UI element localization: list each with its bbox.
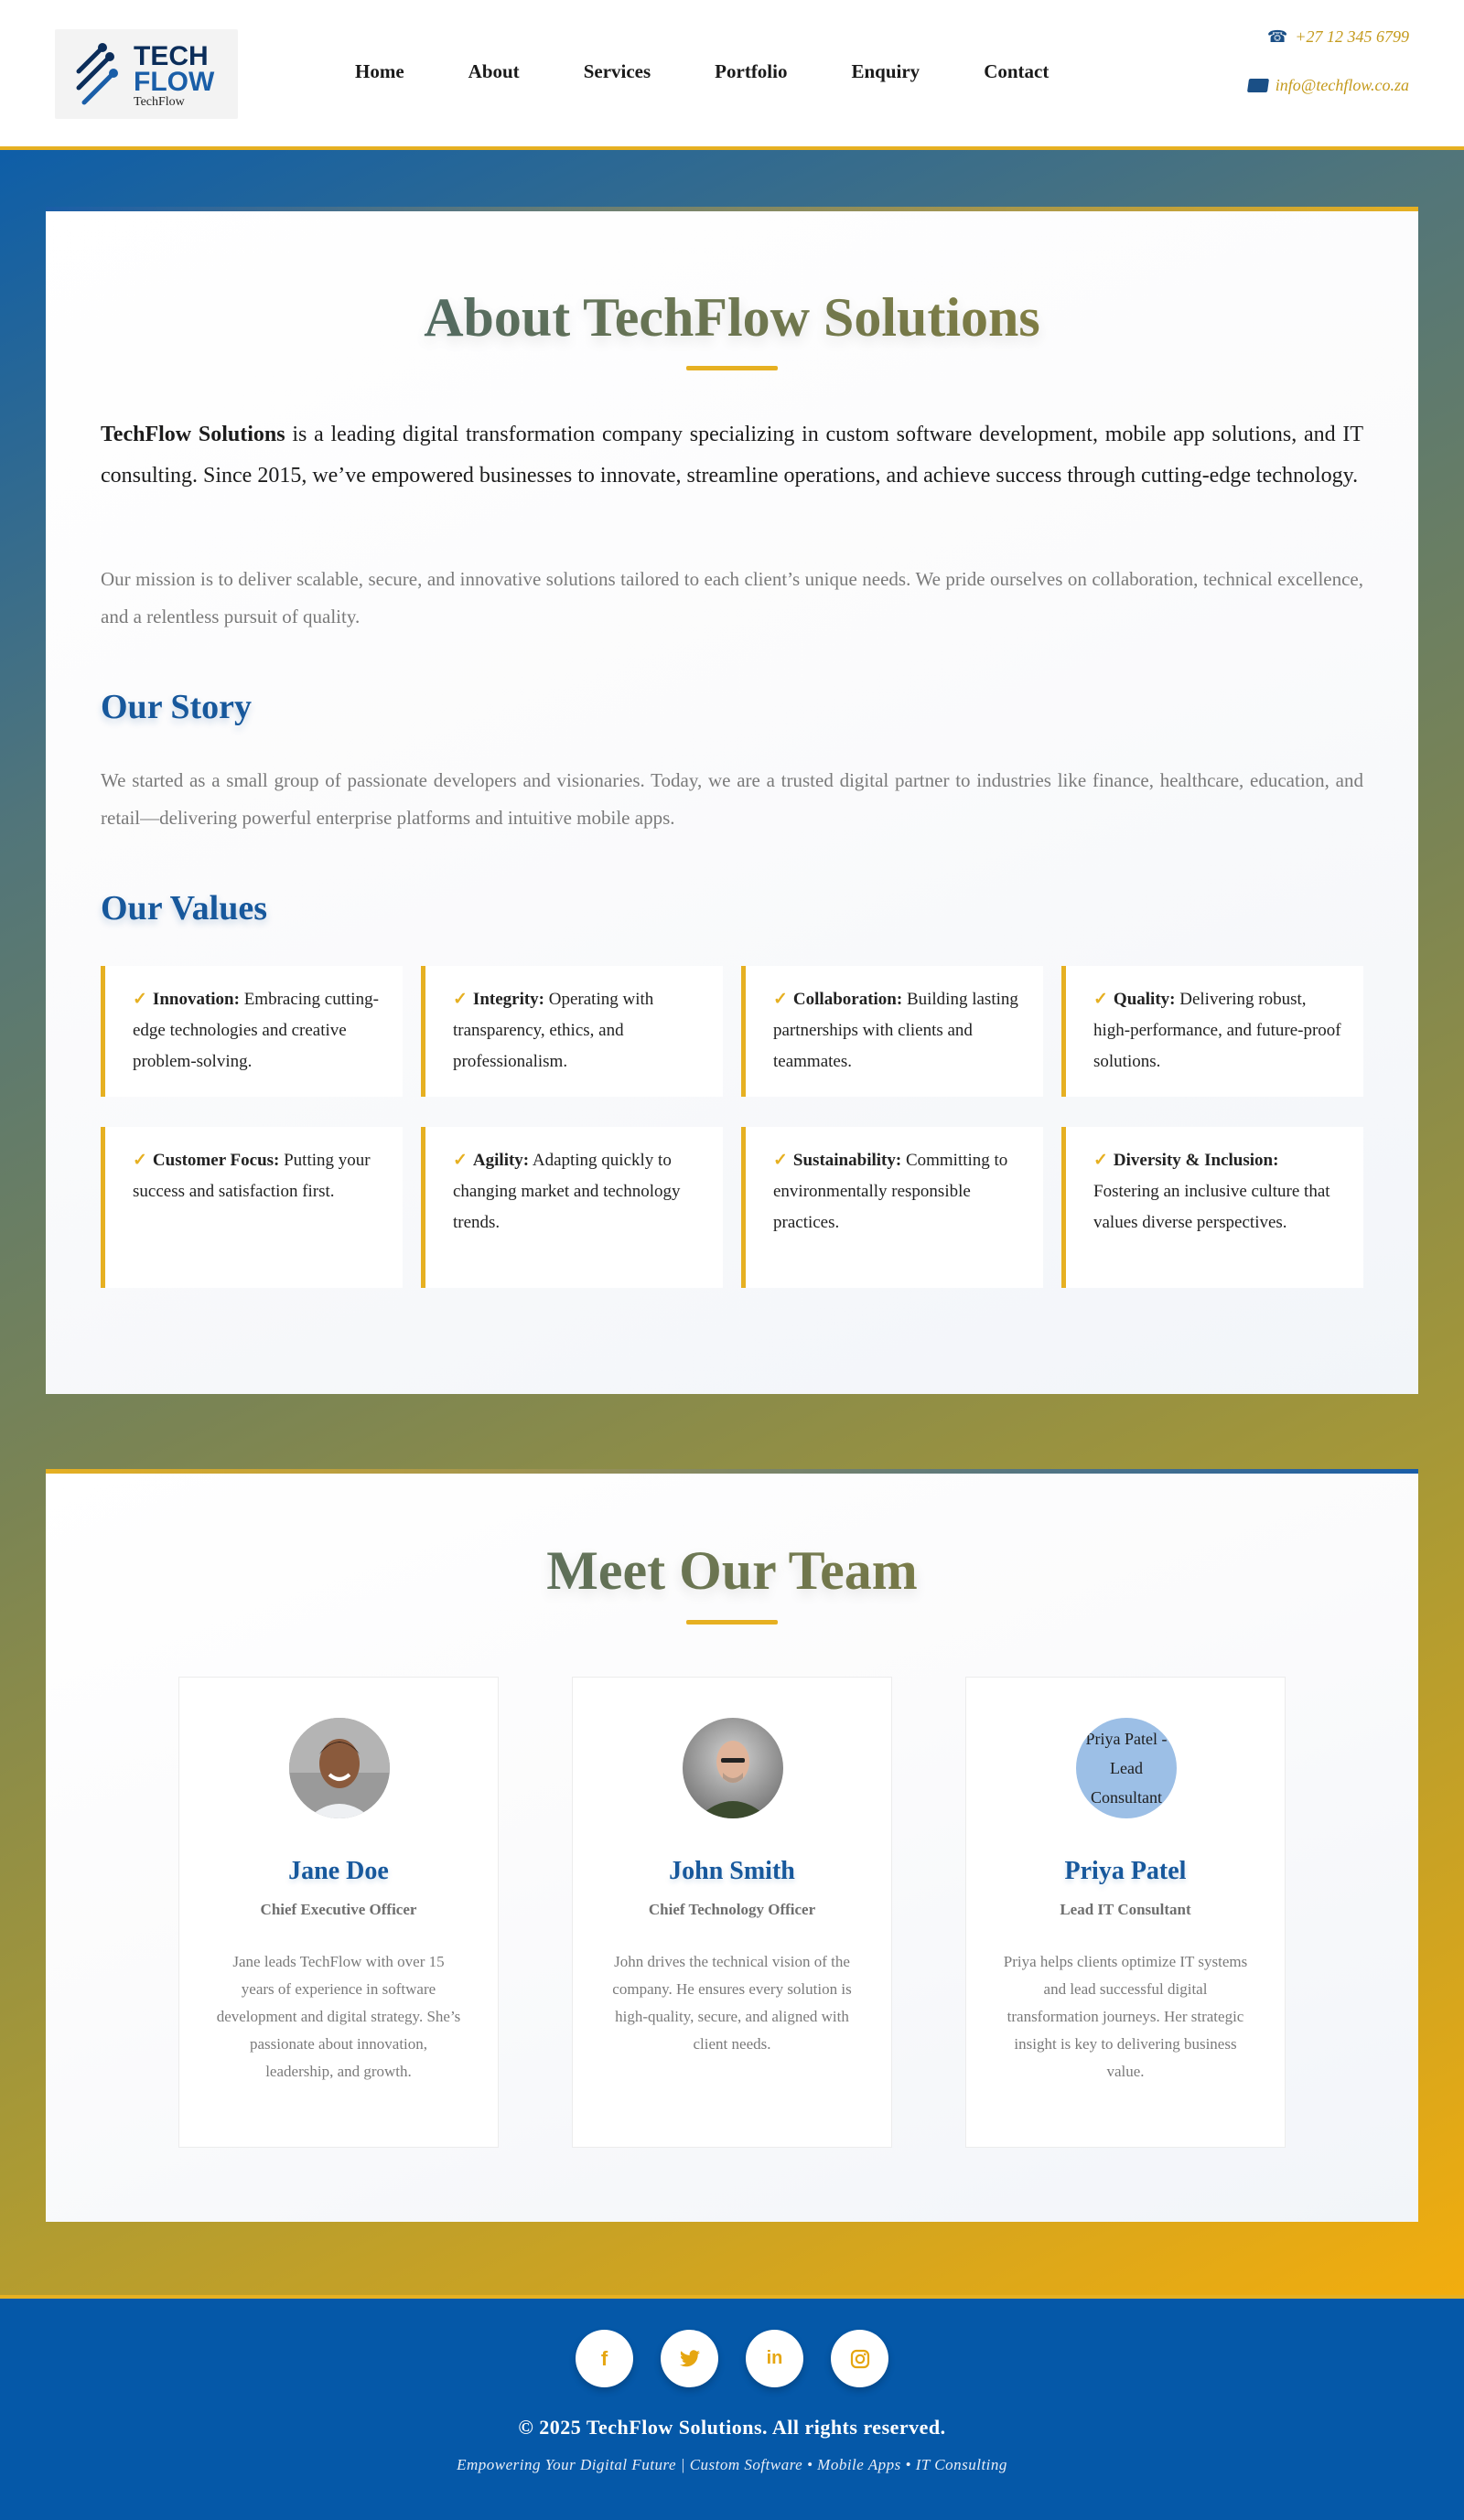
avatar-john-smith <box>683 1718 783 1818</box>
company-name: TechFlow Solutions <box>101 423 285 446</box>
about-title: About TechFlow Solutions <box>46 286 1418 349</box>
member-role: Lead IT Consultant <box>1060 1901 1191 1918</box>
value-card-quality: ✓ Quality: Delivering robust, high-perfor… <box>1061 966 1363 1097</box>
nav-portfolio[interactable]: Portfolio <box>715 60 787 83</box>
title-underline <box>686 366 778 370</box>
facebook-icon[interactable]: f <box>576 2330 633 2387</box>
member-role: Chief Technology Officer <box>648 1901 816 1918</box>
avatar-jane-doe <box>289 1718 390 1818</box>
value-name: Customer Focus: <box>152 1151 280 1170</box>
value-name: Sustainability: <box>792 1151 902 1170</box>
value-name: Quality: <box>1113 990 1176 1009</box>
value-name: Collaboration: <box>792 990 903 1009</box>
intro-text: is a leading digital transformation comp… <box>101 423 1364 488</box>
avatar-alt-text: Priya Patel - Lead Consultant <box>1085 1730 1168 1807</box>
copyright-text: © 2025 TechFlow Solutions. All rights re… <box>518 2416 946 2439</box>
team-title: Meet Our Team <box>46 1539 1418 1603</box>
check-icon: ✓ <box>133 1151 147 1170</box>
value-card-agility: ✓ Agility: Adapting quickly to changing m… <box>421 1127 723 1288</box>
team-section: Meet Our Team Jane Doe Chief Executive O… <box>46 1469 1418 2222</box>
nav-contact[interactable]: Contact <box>984 60 1049 83</box>
check-icon: ✓ <box>773 1151 788 1170</box>
story-text: We started as a small group of passionat… <box>101 769 1363 829</box>
value-name: Innovation: <box>152 990 240 1009</box>
circuit-logo-icon <box>76 43 118 105</box>
team-card-john-smith: John Smith Chief Technology Officer John… <box>572 1677 892 2148</box>
phone-link[interactable]: ☎ +27 12 345 6799 <box>1248 27 1409 47</box>
check-icon: ✓ <box>453 1151 468 1170</box>
value-card-sustainability: ✓ Sustainability: Committing to environme… <box>741 1127 1043 1288</box>
header-contact-info: ☎ +27 12 345 6799 info@techflow.co.za <box>1246 27 1409 95</box>
check-icon: ✓ <box>453 990 468 1009</box>
instagram-icon[interactable] <box>831 2330 888 2387</box>
main-content: About TechFlow Solutions TechFlow Soluti… <box>0 150 1464 2295</box>
title-underline <box>686 1620 778 1625</box>
value-name: Agility: <box>472 1151 530 1170</box>
member-name: John Smith <box>669 1857 795 1885</box>
member-name: Jane Doe <box>288 1857 389 1885</box>
nav-services[interactable]: Services <box>584 60 651 83</box>
logo-subtext: TechFlow <box>134 95 185 109</box>
value-name: Diversity & Inclusion: <box>1113 1151 1279 1170</box>
member-role: Chief Executive Officer <box>260 1901 417 1918</box>
story-title: Our Story <box>101 688 253 726</box>
phone-icon: ☎ <box>1266 27 1288 46</box>
team-card-priya-patel: Priya Patel - Lead Consultant Priya Pate… <box>965 1677 1286 2148</box>
envelope-icon <box>1246 79 1269 92</box>
team-card-jane-doe: Jane Doe Chief Executive Officer Jane le… <box>178 1677 499 2148</box>
footer-tagline: Empowering Your Digital Future | Custom … <box>457 2456 1007 2473</box>
email-link[interactable]: info@techflow.co.za <box>1246 76 1409 95</box>
site-footer: f in © 2025 TechFlow Solutions. All righ… <box>0 2295 1464 2520</box>
mission-text: Our mission is to deliver scalable, secu… <box>101 568 1363 627</box>
check-icon: ✓ <box>1093 1151 1108 1170</box>
social-links: f in <box>0 2330 1464 2387</box>
member-bio: Priya helps clients optimize IT systems … <box>1003 1953 1248 2080</box>
site-header: TECH FLOW TechFlow Home About Services P… <box>0 0 1464 150</box>
techflow-logo[interactable]: TECH FLOW TechFlow <box>55 29 238 119</box>
about-section: About TechFlow Solutions TechFlow Soluti… <box>46 207 1418 1394</box>
member-bio: Jane leads TechFlow with over 15 years o… <box>216 1953 461 2080</box>
value-card-collaboration: ✓ Collaboration: Building lasting partner… <box>741 966 1043 1097</box>
value-card-innovation: ✓ Innovation: Embracing cutting-edge tech… <box>101 966 403 1097</box>
value-card-diversity: ✓ Diversity & Inclusion: Fostering an inc… <box>1061 1127 1363 1288</box>
member-bio: John drives the technical vision of the … <box>612 1953 852 2053</box>
nav-enquiry[interactable]: Enquiry <box>851 60 920 83</box>
logo-wordmark: TECH FLOW <box>134 41 215 97</box>
main-nav: Home About Services Portfolio Enquiry Co… <box>355 60 1049 83</box>
member-name: Priya Patel <box>1064 1857 1187 1885</box>
phone-number: +27 12 345 6799 <box>1295 27 1409 46</box>
check-icon: ✓ <box>1093 990 1108 1009</box>
value-card-integrity: ✓ Integrity: Operating with transparency,… <box>421 966 723 1097</box>
twitter-icon[interactable] <box>661 2330 718 2387</box>
email-address: info@techflow.co.za <box>1275 76 1409 94</box>
value-card-customer-focus: ✓ Customer Focus: Putting your success an… <box>101 1127 403 1288</box>
check-icon: ✓ <box>773 990 788 1009</box>
nav-about[interactable]: About <box>468 60 520 83</box>
check-icon: ✓ <box>133 990 147 1009</box>
nav-home[interactable]: Home <box>355 60 404 83</box>
values-title: Our Values <box>101 889 267 928</box>
avatar-placeholder-priya-patel: Priya Patel - Lead Consultant <box>1076 1718 1177 1818</box>
value-name: Integrity: <box>472 990 545 1009</box>
linkedin-icon[interactable]: in <box>746 2330 803 2387</box>
value-text: Fostering an inclusive culture that valu… <box>1093 1182 1330 1232</box>
about-intro: TechFlow Solutions is a leading digital … <box>101 414 1363 497</box>
